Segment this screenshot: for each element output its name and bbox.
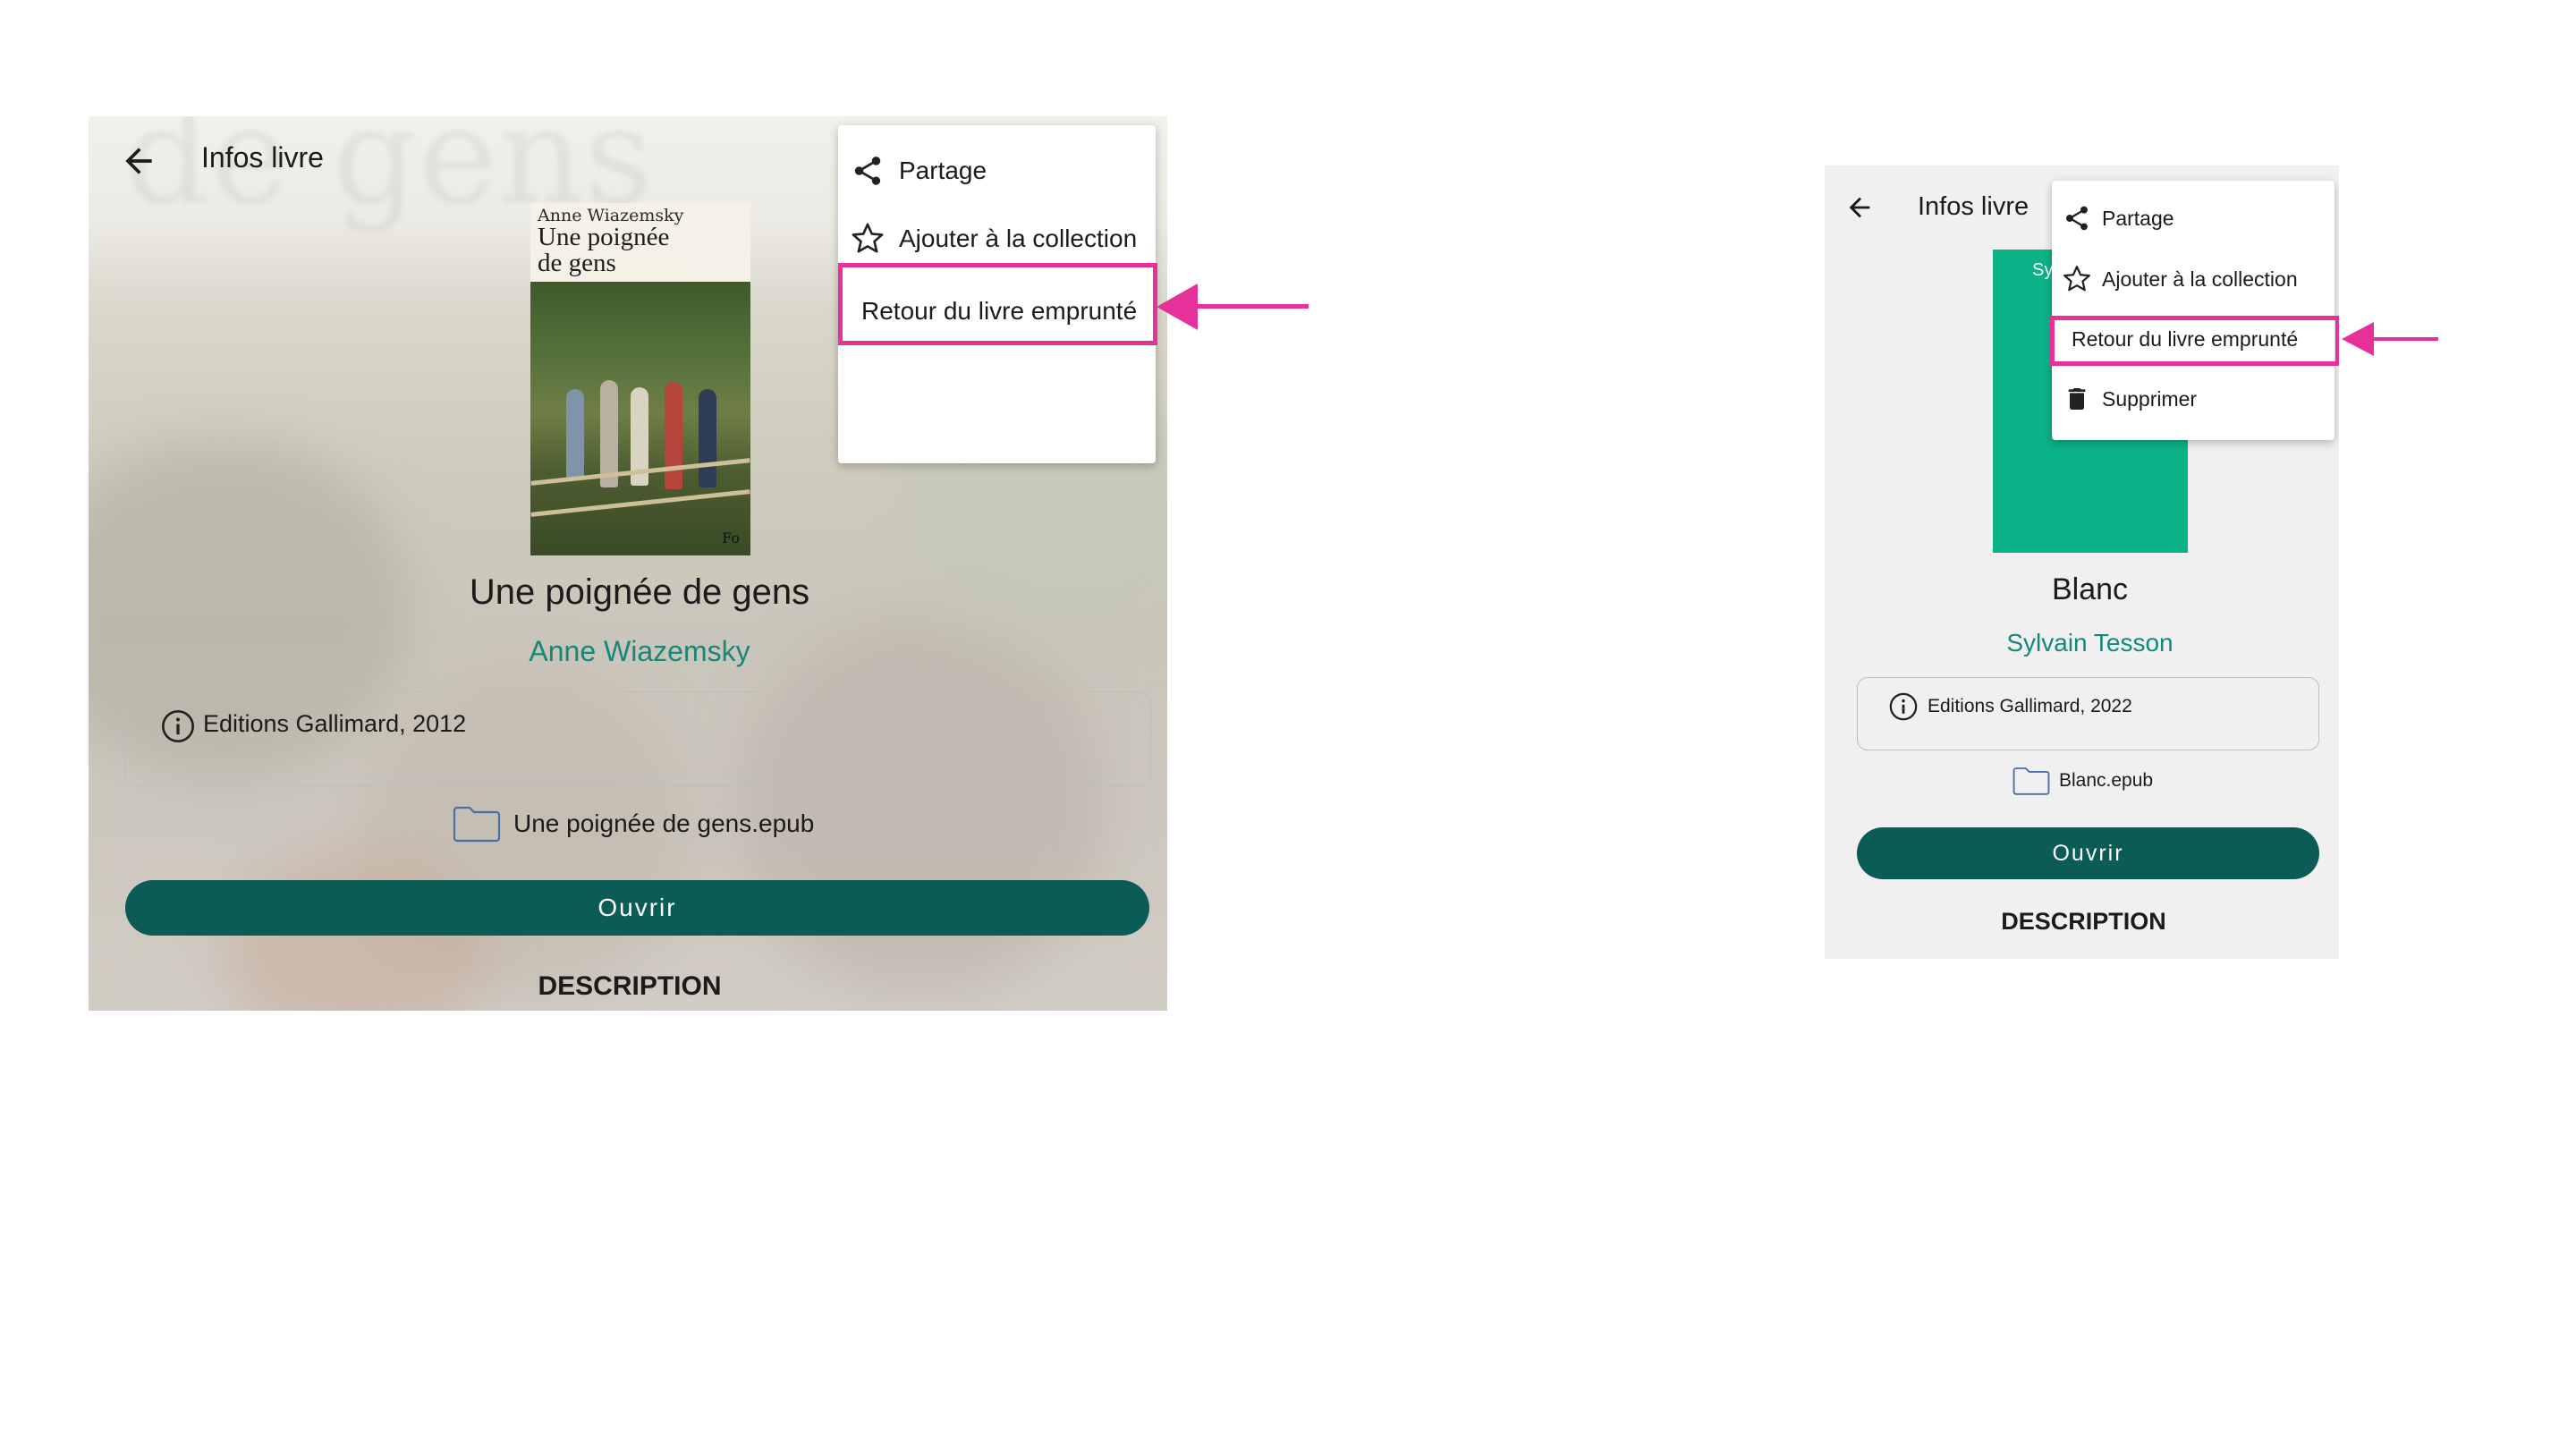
file-name: Une poignée de gens.epub [513, 809, 815, 837]
trash-icon [2068, 388, 2086, 410]
menu-item-add-to-collection[interactable]: Ajouter à la collection [838, 208, 1156, 270]
open-button[interactable]: Ouvrir [1857, 827, 2319, 879]
cover-publisher-mark: Fo [722, 530, 740, 547]
menu-item-label: Ajouter à la collection [899, 225, 1138, 252]
annotation-arrow-line [2368, 337, 2438, 341]
book-title: Blanc [2051, 572, 2129, 606]
highlight-box [2050, 316, 2339, 366]
book-info-screen-right: Infos livre Sy Blanc Sylvain Tesson Edit… [1825, 165, 2339, 959]
open-button[interactable]: Ouvrir [125, 880, 1149, 936]
menu-item-add-to-collection[interactable]: Ajouter à la collection [2052, 250, 2334, 308]
star-outline-icon [852, 223, 884, 253]
highlight-box [838, 263, 1157, 345]
menu-item-delete[interactable]: Supprimer [2052, 370, 2334, 428]
toolbar-title: Infos livre [1918, 192, 2029, 221]
info-icon [162, 710, 194, 742]
book-title: Une poignée de gens [469, 572, 810, 612]
menu-item-share[interactable]: Partage [838, 140, 1156, 202]
file-row[interactable]: Une poignée de gens.epub [453, 803, 814, 844]
description-heading: DESCRIPTION [538, 971, 722, 1001]
menu-item-label: Supprimer [2102, 386, 2198, 411]
cover-text: Sy [2032, 260, 2054, 280]
file-row[interactable]: Blanc.epub [2012, 765, 2153, 797]
overflow-menu: Partage Ajouter à la collection Retour d… [2052, 181, 2334, 440]
folder-icon [453, 806, 501, 843]
menu-item-label: Partage [2102, 206, 2174, 230]
back-button[interactable] [119, 141, 158, 181]
back-button[interactable] [1844, 192, 1875, 223]
edition-info-box: Editions Gallimard, 2012 [125, 691, 1151, 786]
book-author-link[interactable]: Anne Wiazemsky [89, 635, 1167, 668]
menu-item-label: Partage [899, 157, 987, 184]
menu-item-share[interactable]: Partage [2052, 190, 2334, 247]
description-heading: DESCRIPTION [2001, 908, 2166, 935]
file-name: Blanc.epub [2059, 770, 2154, 791]
annotation-arrow-line [1185, 304, 1309, 309]
share-icon [2066, 206, 2088, 231]
book-info-screen-left: de gens Infos livre Anne Wiazemsky Une p… [89, 116, 1167, 1011]
annotation-arrow-head [2342, 322, 2374, 356]
book-cover: Anne Wiazemsky Une poignée de gens Fo [530, 203, 750, 555]
toolbar-title: Infos livre [201, 141, 324, 174]
edition-info-box: Editions Gallimard, 2022 [1857, 677, 2319, 750]
annotation-arrow-head [1157, 284, 1198, 330]
share-icon [854, 157, 881, 185]
star-outline-icon [2063, 266, 2090, 292]
book-author-link[interactable]: Sylvain Tesson [1825, 629, 2339, 657]
info-icon [1889, 692, 1918, 721]
folder-icon [2012, 767, 2050, 795]
edition-info-text: Editions Gallimard, 2012 [203, 710, 467, 737]
edition-info-text: Editions Gallimard, 2022 [1928, 696, 2132, 716]
cover-title-text: Une poignée de gens [538, 223, 670, 277]
menu-item-label: Ajouter à la collection [2102, 267, 2298, 291]
arrow-left-icon [1849, 197, 1870, 218]
arrow-left-icon [125, 148, 152, 174]
